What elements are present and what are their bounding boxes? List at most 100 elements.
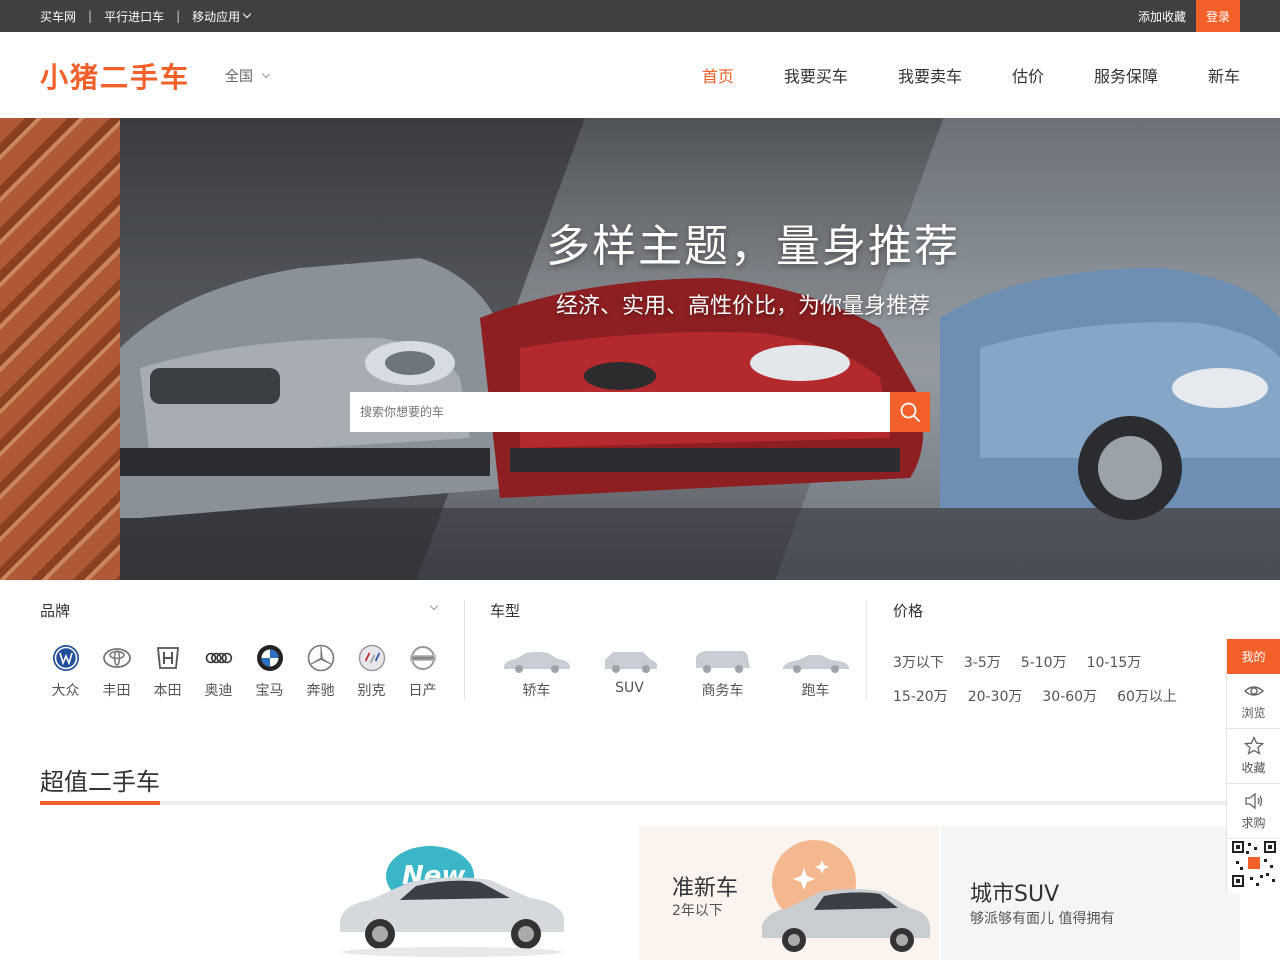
mercedes-logo-icon — [307, 644, 334, 672]
suv-icon — [604, 652, 657, 673]
audi-logo-icon — [205, 652, 232, 664]
type-sports[interactable]: 跑车 — [769, 648, 862, 700]
buick-logo-icon — [358, 644, 385, 672]
brand-mercedes[interactable]: 奔驰 — [295, 644, 346, 700]
type-sedan[interactable]: 轿车 — [490, 648, 583, 700]
nav-service[interactable]: 服务保障 — [1094, 63, 1158, 87]
sidebar-item-history[interactable]: 浏览 — [1227, 674, 1280, 729]
nav-buy[interactable]: 我要买车 — [784, 63, 848, 87]
mpv-icon — [695, 651, 750, 673]
toyota-logo-icon — [102, 648, 131, 668]
brand-toyota[interactable]: 丰田 — [91, 644, 142, 700]
bmw-logo-icon — [256, 645, 283, 671]
search-input[interactable] — [350, 392, 890, 432]
nearly-new-car-illustration — [762, 840, 930, 952]
card-subtitle: 2年以下 — [672, 903, 723, 919]
top-link-import[interactable]: 平行进口车 — [104, 8, 164, 25]
brand-filter: 品牌 大众 丰田 本田 奥迪 宝马 奔驰 别克 日产 — [40, 600, 440, 699]
brand-bmw[interactable]: 宝马 — [244, 644, 295, 700]
nav-sell[interactable]: 我要卖车 — [898, 63, 962, 87]
city-label: 全国 — [225, 69, 253, 85]
type-filter: 车型 轿车 SUV 商务车 跑车 — [490, 600, 850, 699]
type-suv[interactable]: SUV — [583, 648, 676, 700]
price-option[interactable]: 10-15万 — [1087, 652, 1142, 672]
type-label: 商务车 — [701, 683, 744, 699]
separator: | — [176, 9, 181, 23]
top-link-mobile-app[interactable]: 移动应用 — [192, 8, 240, 25]
section-underline — [40, 801, 1226, 805]
login-button[interactable]: 登录 — [1196, 0, 1240, 32]
site-logo[interactable]: 小猪二手车 — [40, 56, 190, 96]
brand-label: 本田 — [153, 683, 182, 699]
hero-title: 多样主题，量身推荐 — [546, 221, 960, 272]
floating-sidebar: 我的 浏览 收藏 求购 — [1226, 639, 1280, 893]
price-option[interactable]: 30-60万 — [1042, 686, 1097, 706]
price-option[interactable]: 5-10万 — [1021, 652, 1067, 672]
type-label: 跑车 — [801, 683, 830, 699]
filter-panel: 品牌 大众 丰田 本田 奥迪 宝马 奔驰 别克 日产 车型 轿车 SUV 商务车… — [0, 580, 1280, 720]
card-new-car[interactable]: New — [330, 840, 580, 960]
price-option[interactable]: 20-30万 — [968, 686, 1023, 706]
price-option[interactable]: 15-20万 — [893, 686, 948, 706]
brand-label: 宝马 — [255, 683, 284, 699]
nav-valuation[interactable]: 估价 — [1012, 63, 1044, 87]
top-link-buycar[interactable]: 买车网 — [40, 8, 76, 25]
header: 小猪二手车 全国 首页 我要买车 我要卖车 估价 服务保障 新车 — [0, 32, 1280, 118]
top-bar: 买车网 | 平行进口车 | 移动应用 添加收藏 登录 — [0, 0, 1280, 32]
cars-illustration — [120, 258, 1280, 580]
price-option[interactable]: 3万以下 — [893, 652, 944, 672]
qr-code-icon[interactable] — [1230, 839, 1278, 889]
city-selector[interactable]: 全国 — [225, 66, 271, 86]
nav-new-car[interactable]: 新车 — [1208, 63, 1240, 87]
type-title: 车型 — [490, 602, 521, 620]
sidebar-item-favorites[interactable]: 收藏 — [1227, 729, 1280, 784]
brand-label: 丰田 — [102, 683, 131, 699]
brand-buick[interactable]: 别克 — [346, 644, 397, 700]
parking-lot-image — [0, 118, 120, 580]
search-icon — [900, 402, 920, 422]
sedan-icon — [503, 652, 570, 673]
sidebar-mine[interactable]: 我的 — [1227, 639, 1280, 674]
brand-honda[interactable]: 本田 — [142, 644, 193, 700]
price-title: 价格 — [893, 602, 924, 620]
sidebar-item-request[interactable]: 求购 — [1227, 784, 1280, 839]
card-subtitle: 够派够有面儿 值得拥有 — [970, 911, 1115, 927]
type-mpv[interactable]: 商务车 — [676, 648, 769, 700]
chevron-down-icon[interactable] — [242, 9, 252, 19]
card-title: 准新车 — [672, 876, 739, 901]
hero-banner[interactable]: 多样主题，量身推荐 经济、实用、高性价比，为你量身推荐 — [0, 118, 1280, 580]
search-button[interactable] — [890, 392, 930, 432]
separator: | — [88, 9, 93, 23]
hero-subtitle: 经济、实用、高性价比，为你量身推荐 — [556, 294, 931, 319]
top-right: 添加收藏 登录 — [1138, 0, 1240, 32]
divider — [464, 600, 465, 700]
brand-label: 奔驰 — [306, 683, 335, 699]
search-bar — [350, 392, 930, 432]
sidebar-item-label: 求购 — [1241, 816, 1266, 830]
nissan-logo-icon — [409, 646, 436, 670]
brand-nissan[interactable]: 日产 — [397, 644, 448, 700]
price-filter: 价格 3万以下 3-5万 5-10万 10-15万 15-20万 20-30万 … — [893, 600, 1233, 705]
brand-label: 别克 — [357, 683, 386, 699]
card-city-suv[interactable]: 城市SUV 够派够有面儿 值得拥有 — [941, 826, 1240, 960]
type-label: 轿车 — [522, 683, 551, 699]
brand-label: 大众 — [51, 683, 80, 699]
main-nav: 首页 我要买车 我要卖车 估价 服务保障 新车 — [652, 32, 1240, 118]
volkswagen-logo-icon — [52, 645, 79, 671]
section-underline-active — [40, 801, 160, 805]
eye-icon — [1243, 686, 1264, 696]
brand-title: 品牌 — [40, 602, 71, 620]
price-option[interactable]: 60万以上 — [1117, 686, 1177, 706]
brand-label: 日产 — [408, 683, 437, 699]
card-title: 城市SUV — [970, 882, 1060, 907]
brand-audi[interactable]: 奥迪 — [193, 644, 244, 700]
honda-logo-icon — [156, 647, 179, 669]
nav-home[interactable]: 首页 — [702, 63, 734, 87]
brand-volkswagen[interactable]: 大众 — [40, 644, 91, 700]
card-nearly-new[interactable]: 准新车 2年以下 — [639, 826, 939, 960]
add-favorite-link[interactable]: 添加收藏 — [1138, 8, 1186, 25]
brand-label: 奥迪 — [204, 683, 233, 699]
sports-car-icon — [782, 655, 849, 673]
price-option[interactable]: 3-5万 — [964, 652, 1001, 672]
sidebar-item-label: 浏览 — [1241, 706, 1266, 720]
